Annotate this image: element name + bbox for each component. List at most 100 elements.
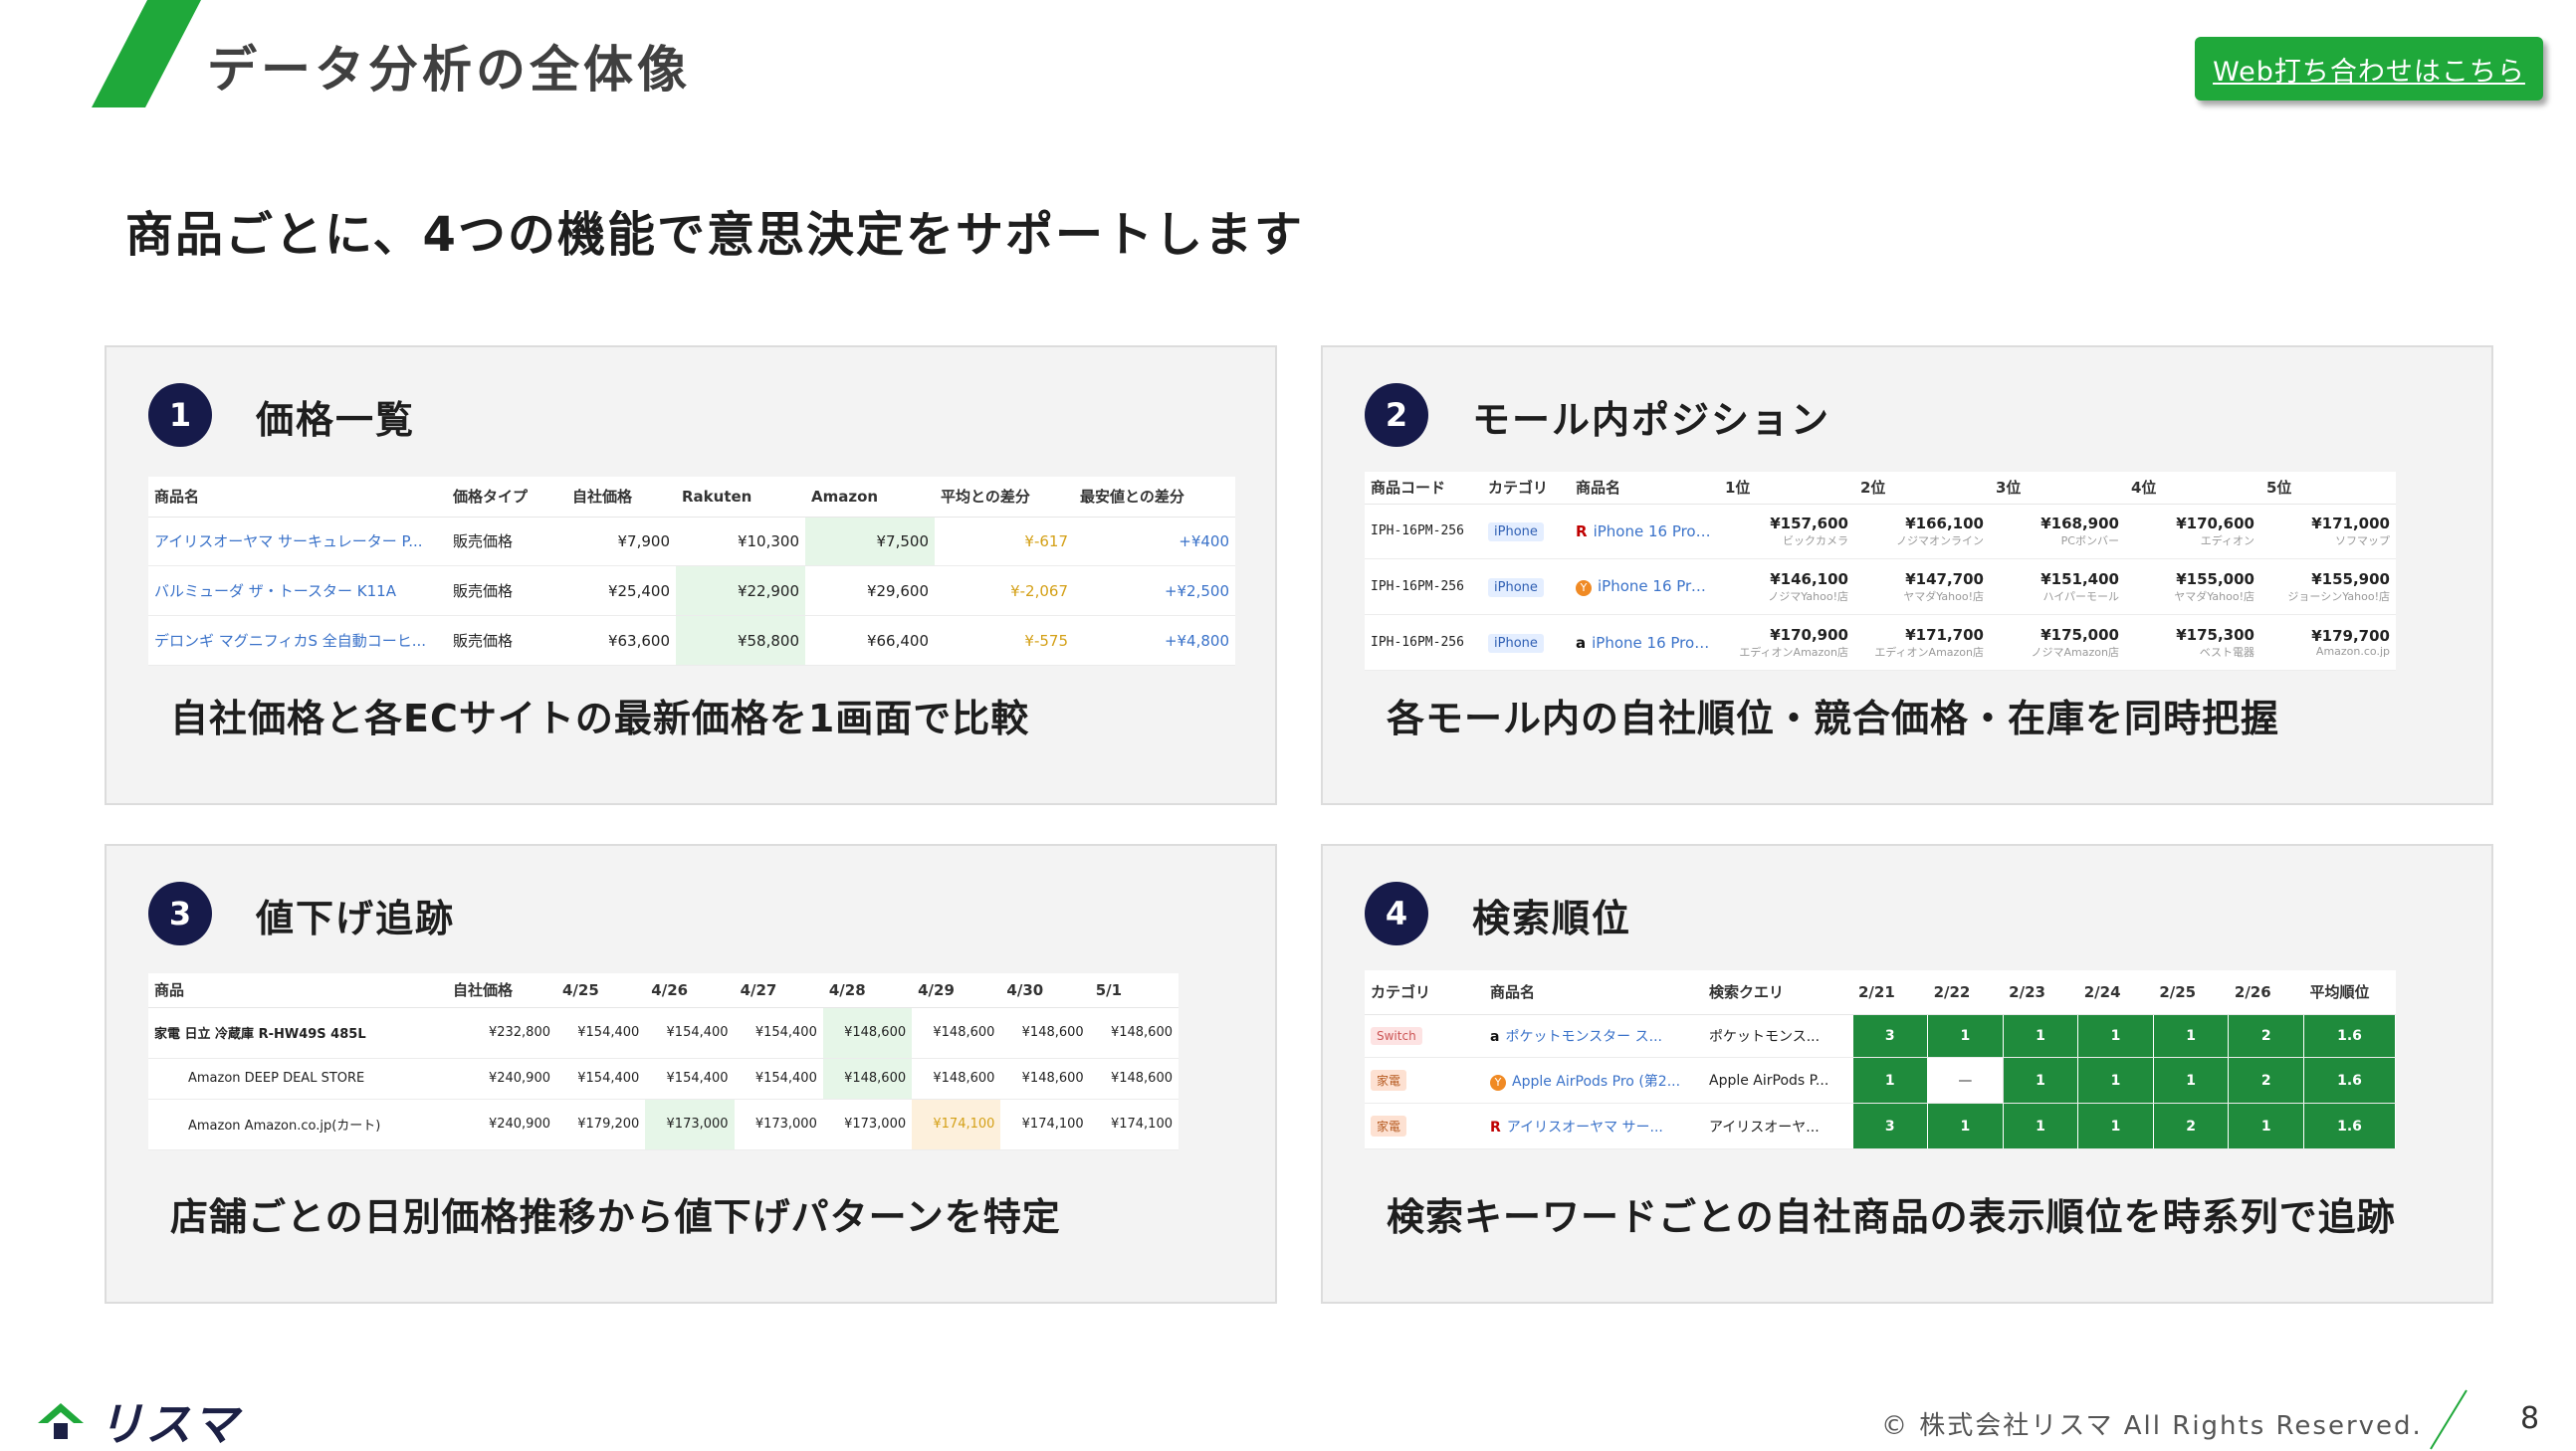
avg-diff: ¥-575 [935,615,1074,666]
column-header[interactable]: 最安値との差分 [1074,477,1235,518]
column-header[interactable]: 3位 [1990,472,2125,505]
table-row[interactable]: IPH-16PM-256 iPhone a iPhone 16 Pro Ma...… [1365,614,2396,671]
column-header[interactable]: 2/22 [1927,970,2004,1015]
table-row[interactable]: アイリスオーヤマ サーキュレーター P... 販売価格 ¥7,900 ¥10,3… [148,517,1235,567]
column-header[interactable]: 5位 [2260,472,2396,505]
column-header[interactable]: 2/24 [2077,970,2154,1015]
table-row[interactable]: 家電 Y Apple AirPods Pro (第2... Apple AirPo… [1365,1057,2396,1105]
table-row[interactable]: 家電 日立 冷蔵庫 R-HW49S 485L ¥232,800 ¥154,400… [148,1007,1179,1059]
price-type: 販売価格 [447,615,566,666]
column-header[interactable]: 4/25 [556,973,646,1008]
product-name-link[interactable]: アイリスオーヤマ サーキュレーター P... [148,517,447,567]
column-header[interactable]: 4/28 [822,973,913,1008]
rank-cell: 1 [2228,1103,2304,1149]
search-rank-screenshot: カテゴリ 商品名 検索クエリ 2/21 2/22 2/23 2/24 2/25 … [1365,970,2396,1149]
header-accent-bar [92,0,201,107]
column-header[interactable]: 商品名 [1484,970,1703,1015]
column-header[interactable]: 商品名 [1570,472,1719,505]
column-header[interactable]: 4/30 [1000,973,1090,1008]
column-header[interactable]: 検索クエリ [1703,970,1852,1015]
web-meeting-button[interactable]: Web打ち合わせはこちら [2195,37,2543,101]
column-header[interactable]: 5/1 [1089,973,1179,1008]
column-header[interactable]: 2/23 [2003,970,2078,1015]
column-header[interactable]: 自社価格 [447,973,556,1008]
column-header[interactable]: カテゴリ [1365,970,1484,1015]
column-header[interactable]: 商品名 [148,477,447,518]
product-name-link[interactable]: アイリスオーヤマ サー... [1507,1120,1663,1136]
category-tag: 家電 [1371,1070,1407,1092]
product-name-link[interactable]: バルミューダ ザ・トースター K11A [148,565,447,617]
rank-cell: ¥155,900 ジョーシンYahoo!店 [2260,558,2396,616]
column-header[interactable]: 2/26 [2228,970,2304,1015]
rank-cell: ¥147,700 ヤマダYahoo!店 [1854,558,1990,616]
average-rank: 1.6 [2303,1103,2396,1149]
product-name-link[interactable]: iPhone 16 Pro Ma... [1598,577,1719,595]
product-name-link[interactable]: ポケットモンスター ス... [1505,1029,1662,1045]
search-rank-table: カテゴリ 商品名 検索クエリ 2/21 2/22 2/23 2/24 2/25 … [1365,970,2396,1149]
daily-price: ¥174,100 [1089,1099,1179,1150]
rank-cell: 1 [1851,1057,1929,1105]
table-row[interactable]: IPH-16PM-256 iPhone RiPhone 16 Pro Ma...… [1365,504,2396,560]
rank-cell: ¥171,000 ソフマップ [2260,504,2396,560]
column-header[interactable]: 自社価格 [566,477,676,518]
own-price: ¥7,900 [566,517,676,567]
average-rank: 1.6 [2303,1057,2396,1105]
column-header[interactable]: 2/21 [1852,970,1928,1015]
product-name-link[interactable]: デロンギ マグニフィカS 全自動コーヒ... [148,615,447,666]
product-name-link[interactable]: Apple AirPods Pro (第2... [1512,1074,1680,1090]
daily-price: ¥174,100 [912,1099,1001,1150]
rank-cell: 1 [1927,1103,2004,1149]
daily-price: ¥148,600 [1089,1058,1179,1100]
table-row[interactable]: Switch a ポケットモンスター ス... ポケットモンス... 3 1 1 … [1365,1013,2396,1059]
page-subtitle: 商品ごとに、4つの機能で意思決定をサポートします [125,207,1304,263]
table-row[interactable]: IPH-16PM-256 iPhone YiPhone 16 Pro Ma...… [1365,558,2396,616]
column-header[interactable]: 平均との差分 [935,477,1074,518]
rank-cell: 1 [2002,1103,2079,1149]
column-header[interactable]: 4/29 [912,973,1001,1008]
rank-cell: ¥179,700 Amazon.co.jp [2260,614,2396,671]
daily-price: ¥154,400 [734,1007,823,1059]
rank-cell: 1 [2077,1103,2154,1149]
panel-title: 価格一覧 [256,398,416,442]
column-header[interactable]: カテゴリ [1482,472,1570,505]
column-header[interactable]: 平均順位 [2303,970,2396,1015]
rank-cell: 2 [2228,1013,2304,1059]
table-row[interactable]: Amazon Amazon.co.jp(カート) ¥240,900 ¥179,2… [148,1099,1179,1150]
column-header[interactable]: 4位 [2125,472,2260,505]
product-name-link[interactable]: iPhone 16 Pro Ma... [1592,634,1719,652]
column-header[interactable]: 1位 [1719,472,1854,505]
daily-price: ¥173,000 [822,1099,913,1150]
table-row[interactable]: デロンギ マグニフィカS 全自動コーヒ... 販売価格 ¥63,600 ¥58,… [148,615,1235,666]
panel-title: モール内ポジション [1472,398,1831,442]
own-price: ¥232,800 [447,1007,556,1059]
column-header[interactable]: 2/25 [2153,970,2229,1015]
table-row[interactable]: バルミューダ ザ・トースター K11A 販売価格 ¥25,400 ¥22,900… [148,565,1235,617]
category-tag: iPhone [1488,521,1544,541]
product-name-link[interactable]: iPhone 16 Pro Ma... [1594,522,1719,540]
column-header[interactable]: 4/27 [734,973,823,1008]
product-label[interactable]: 家電 日立 冷蔵庫 R-HW49S 485L [148,1007,447,1059]
rank-cell: — [1927,1057,2004,1105]
rakuten-price: ¥58,800 [676,615,805,666]
product-code: IPH-16PM-256 [1365,504,1482,560]
copyright-text: © 株式会社リスマ All Rights Reserved. [1881,1411,2423,1441]
column-header[interactable]: Rakuten [676,477,805,518]
column-header[interactable]: 4/26 [645,973,735,1008]
rank-cell: 1 [2002,1057,2079,1105]
table-row[interactable]: Amazon DEEP DEAL STORE ¥240,900 ¥154,400… [148,1058,1179,1100]
column-header[interactable]: 価格タイプ [447,477,566,518]
table-row[interactable]: 家電 R アイリスオーヤマ サー... アイリスオーヤ... 3 1 1 1 2 … [1365,1103,2396,1149]
column-header[interactable]: 商品 [148,973,447,1008]
category-tag: 家電 [1371,1116,1407,1138]
amazon-price: ¥29,600 [805,565,935,617]
average-rank: 1.6 [2303,1013,2396,1059]
min-diff: +¥4,800 [1074,615,1235,666]
column-header[interactable]: Amazon [805,477,935,518]
feature-panel-price-list: 1 価格一覧 商品名 価格タイプ 自社価格 Rakuten Amazon 平均と… [105,345,1277,805]
store-label[interactable]: Amazon DEEP DEAL STORE [148,1058,447,1100]
column-header[interactable]: 商品コード [1365,472,1482,505]
column-header[interactable]: 2位 [1854,472,1990,505]
rakuten-price: ¥22,900 [676,565,805,617]
store-label[interactable]: Amazon Amazon.co.jp(カート) [148,1099,447,1150]
rank-cell: ¥155,000 ヤマダYahoo!店 [2125,558,2260,616]
